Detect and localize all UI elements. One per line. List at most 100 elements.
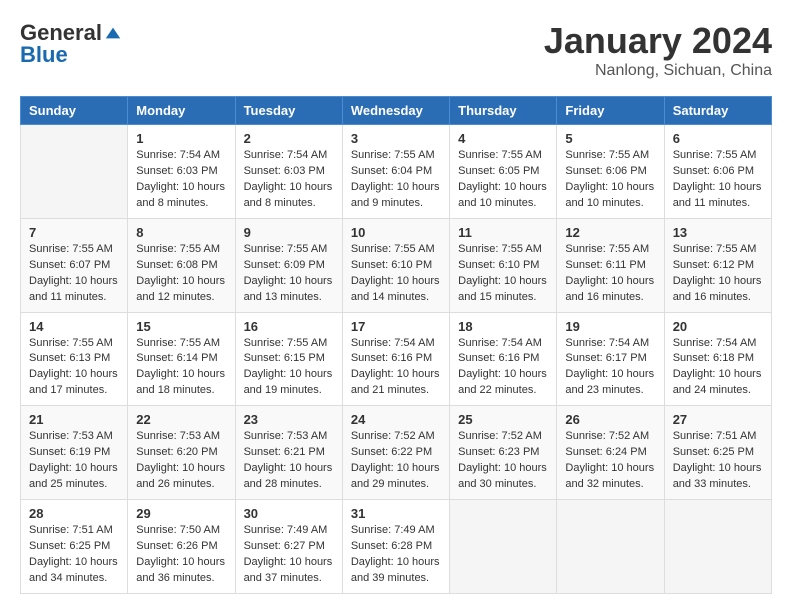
calendar-cell: 3Sunrise: 7:55 AMSunset: 6:04 PMDaylight…	[342, 125, 449, 219]
day-info: Sunrise: 7:55 AMSunset: 6:09 PMDaylight:…	[244, 242, 334, 306]
day-number: 24	[351, 412, 441, 427]
day-info: Sunrise: 7:55 AMSunset: 6:14 PMDaylight:…	[136, 336, 226, 400]
sunrise: Sunrise: 7:55 AM	[244, 243, 328, 255]
daylight: Daylight: 10 hours and 21 minutes.	[351, 368, 440, 396]
logo-blue: Blue	[20, 42, 68, 68]
day-info: Sunrise: 7:55 AMSunset: 6:04 PMDaylight:…	[351, 148, 441, 212]
day-number: 23	[244, 412, 334, 427]
calendar-cell: 6Sunrise: 7:55 AMSunset: 6:06 PMDaylight…	[664, 125, 771, 219]
daylight: Daylight: 10 hours and 18 minutes.	[136, 368, 225, 396]
day-info: Sunrise: 7:53 AMSunset: 6:21 PMDaylight:…	[244, 429, 334, 493]
sunset: Sunset: 6:06 PM	[673, 165, 754, 177]
sunset: Sunset: 6:24 PM	[565, 446, 646, 458]
sunrise: Sunrise: 7:55 AM	[244, 337, 328, 349]
day-info: Sunrise: 7:51 AMSunset: 6:25 PMDaylight:…	[29, 523, 119, 587]
sunrise: Sunrise: 7:52 AM	[565, 430, 649, 442]
daylight: Daylight: 10 hours and 17 minutes.	[29, 368, 118, 396]
sunrise: Sunrise: 7:50 AM	[136, 524, 220, 536]
day-number: 11	[458, 225, 548, 240]
daylight: Daylight: 10 hours and 11 minutes.	[29, 275, 118, 303]
day-number: 21	[29, 412, 119, 427]
sunrise: Sunrise: 7:55 AM	[673, 149, 757, 161]
sunrise: Sunrise: 7:55 AM	[351, 149, 435, 161]
day-number: 1	[136, 131, 226, 146]
day-info: Sunrise: 7:55 AMSunset: 6:10 PMDaylight:…	[458, 242, 548, 306]
calendar-cell	[664, 500, 771, 594]
day-info: Sunrise: 7:54 AMSunset: 6:03 PMDaylight:…	[244, 148, 334, 212]
day-number: 22	[136, 412, 226, 427]
daylight: Daylight: 10 hours and 32 minutes.	[565, 462, 654, 490]
sunset: Sunset: 6:03 PM	[244, 165, 325, 177]
day-info: Sunrise: 7:55 AMSunset: 6:15 PMDaylight:…	[244, 336, 334, 400]
daylight: Daylight: 10 hours and 8 minutes.	[136, 181, 225, 209]
daylight: Daylight: 10 hours and 26 minutes.	[136, 462, 225, 490]
daylight: Daylight: 10 hours and 11 minutes.	[673, 181, 762, 209]
sunset: Sunset: 6:26 PM	[136, 540, 217, 552]
calendar-cell: 30Sunrise: 7:49 AMSunset: 6:27 PMDayligh…	[235, 500, 342, 594]
logo: General Blue	[20, 20, 122, 68]
sunrise: Sunrise: 7:55 AM	[458, 149, 542, 161]
day-info: Sunrise: 7:53 AMSunset: 6:20 PMDaylight:…	[136, 429, 226, 493]
sunset: Sunset: 6:14 PM	[136, 352, 217, 364]
sunset: Sunset: 6:28 PM	[351, 540, 432, 552]
day-number: 18	[458, 319, 548, 334]
calendar-cell: 22 Sunrise: 7:53 AMSunset: 6:20 PMDayligh…	[128, 406, 235, 500]
day-number: 5	[565, 131, 655, 146]
calendar-cell: 15 Sunrise: 7:55 AMSunset: 6:14 PMDayligh…	[128, 312, 235, 406]
sunrise: Sunrise: 7:54 AM	[244, 149, 328, 161]
day-number: 31	[351, 506, 441, 521]
daylight: Daylight: 10 hours and 14 minutes.	[351, 275, 440, 303]
day-number: 12	[565, 225, 655, 240]
sunset: Sunset: 6:04 PM	[351, 165, 432, 177]
calendar-cell: 23 Sunrise: 7:53 AMSunset: 6:21 PMDayligh…	[235, 406, 342, 500]
calendar-table: SundayMondayTuesdayWednesdayThursdayFrid…	[20, 96, 772, 594]
daylight: Daylight: 10 hours and 39 minutes.	[351, 556, 440, 584]
sunset: Sunset: 6:25 PM	[673, 446, 754, 458]
sunrise: Sunrise: 7:55 AM	[565, 149, 649, 161]
calendar-cell: 12 Sunrise: 7:55 AMSunset: 6:11 PMDayligh…	[557, 218, 664, 312]
day-number: 19	[565, 319, 655, 334]
sunset: Sunset: 6:23 PM	[458, 446, 539, 458]
day-info: Sunrise: 7:55 AMSunset: 6:05 PMDaylight:…	[458, 148, 548, 212]
sunrise: Sunrise: 7:54 AM	[458, 337, 542, 349]
day-number: 27	[673, 412, 763, 427]
sunset: Sunset: 6:27 PM	[244, 540, 325, 552]
sunset: Sunset: 6:22 PM	[351, 446, 432, 458]
sunrise: Sunrise: 7:54 AM	[673, 337, 757, 349]
sunrise: Sunrise: 7:55 AM	[458, 243, 542, 255]
calendar-cell: 16Sunrise: 7:55 AMSunset: 6:15 PMDayligh…	[235, 312, 342, 406]
sunset: Sunset: 6:12 PM	[673, 259, 754, 271]
calendar-cell: 4 Sunrise: 7:55 AMSunset: 6:05 PMDaylight…	[450, 125, 557, 219]
day-number: 14	[29, 319, 119, 334]
day-info: Sunrise: 7:50 AMSunset: 6:26 PMDaylight:…	[136, 523, 226, 587]
sunrise: Sunrise: 7:51 AM	[29, 524, 113, 536]
calendar-cell: 24Sunrise: 7:52 AMSunset: 6:22 PMDayligh…	[342, 406, 449, 500]
day-info: Sunrise: 7:55 AMSunset: 6:06 PMDaylight:…	[565, 148, 655, 212]
day-info: Sunrise: 7:55 AM Sunset: 6:06 PM Daylight:…	[673, 148, 763, 212]
calendar-cell: 17Sunrise: 7:54 AMSunset: 6:16 PMDayligh…	[342, 312, 449, 406]
day-number: 28	[29, 506, 119, 521]
sunset: Sunset: 6:19 PM	[29, 446, 110, 458]
day-info: Sunrise: 7:52 AM Sunset: 6:24 PM Daylight:…	[565, 429, 655, 493]
day-number: 4	[458, 131, 548, 146]
calendar-cell	[21, 125, 128, 219]
weekday-header: Tuesday	[235, 97, 342, 125]
day-info: Sunrise: 7:55 AMSunset: 6:11 PMDaylight:…	[565, 242, 655, 306]
sunset: Sunset: 6:03 PM	[136, 165, 217, 177]
day-info: Sunrise: 7:53 AMSunset: 6:19 PMDaylight:…	[29, 429, 119, 493]
sunrise: Sunrise: 7:51 AM	[673, 430, 757, 442]
sunrise: Sunrise: 7:52 AM	[351, 430, 435, 442]
day-info: Sunrise: 7:49 AMSunset: 6:28 PMDaylight:…	[351, 523, 441, 587]
weekday-header-row: SundayMondayTuesdayWednesdayThursdayFrid…	[21, 97, 772, 125]
day-number: 9	[244, 225, 334, 240]
calendar-cell: 18Sunrise: 7:54 AMSunset: 6:16 PMDayligh…	[450, 312, 557, 406]
sunset: Sunset: 6:25 PM	[29, 540, 110, 552]
sunset: Sunset: 6:16 PM	[458, 352, 539, 364]
day-info: Sunrise: 7:55 AMSunset: 6:13 PMDaylight:…	[29, 336, 119, 400]
sunrise: Sunrise: 7:54 AM	[136, 149, 220, 161]
sunset: Sunset: 6:10 PM	[351, 259, 432, 271]
day-number: 15	[136, 319, 226, 334]
day-number: 26	[565, 412, 655, 427]
calendar-week-row: 28 Sunrise: 7:51 AM Sunset: 6:25 PM Dayligh…	[21, 500, 772, 594]
sunset: Sunset: 6:07 PM	[29, 259, 110, 271]
